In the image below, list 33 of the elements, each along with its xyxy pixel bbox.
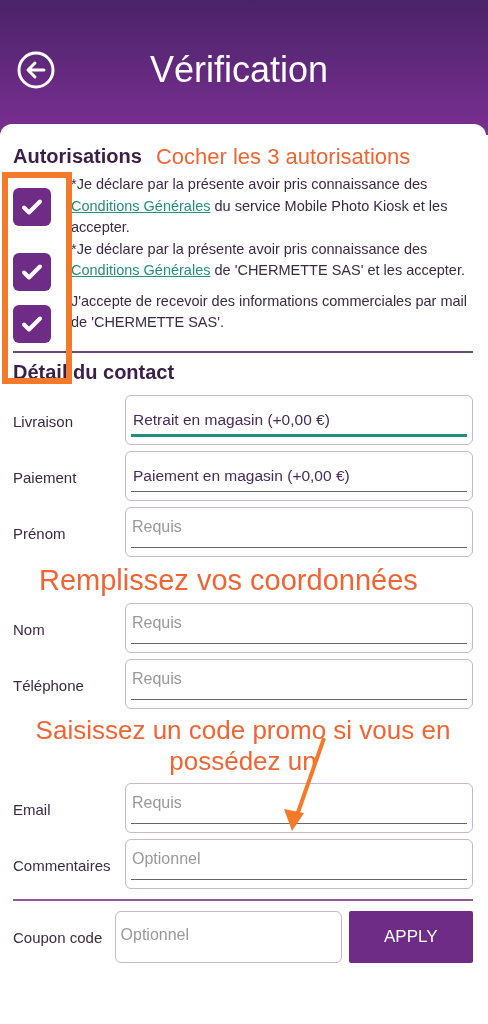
input-field[interactable]: Requis: [125, 602, 473, 653]
checkbox[interactable]: [13, 252, 51, 291]
input-field[interactable]: Optionnel: [125, 838, 473, 889]
annotation-text: Remplissez vos coordonnées: [39, 562, 418, 597]
consent-text: J'accepte de recevoir des informations commerciales par mail de 'CHERMETTE SAS'.: [71, 291, 469, 332]
annotation-text: Cocher les 3 autorisations: [155, 142, 411, 171]
back-icon[interactable]: [16, 50, 56, 90]
input-field[interactable]: Requis: [125, 782, 473, 833]
field-label: Paiement: [13, 467, 78, 488]
field-label: Téléphone: [13, 675, 85, 696]
dropdown-field[interactable]: Retrait en magasin (+0,00 €): [125, 394, 473, 445]
consent-text: *Je déclare par la présente avoir pris connaissance des Conditions Générales du service Mobile Photo Kiosk et les accepter.: [71, 175, 449, 237]
checkbox[interactable]: [13, 304, 51, 343]
consent-text: *Je déclare par la présente avoir pris connaissance des Conditions Générales de 'CHERMETTE SAS' et les accepter.: [71, 239, 466, 280]
checkmark-icon: [22, 199, 42, 215]
terms-link[interactable]: Conditions Générales: [71, 197, 211, 214]
input-field[interactable]: Requis: [125, 506, 473, 557]
checkbox[interactable]: [13, 188, 51, 226]
dropdown-field[interactable]: Paiement en magasin (+0,00 €): [125, 450, 473, 501]
field-label: Nom: [13, 619, 46, 640]
checkmark-icon: [22, 315, 42, 332]
coupon-field[interactable]: Optionnel: [114, 910, 342, 963]
field-label: Coupon code: [13, 927, 104, 948]
field-label: Commentaires: [13, 855, 112, 876]
field-label: Livraison: [13, 411, 75, 432]
section-heading: Autorisations: [13, 144, 142, 169]
screen-title: Vérification: [150, 48, 329, 92]
input-field[interactable]: Requis: [125, 658, 473, 709]
terms-link[interactable]: Conditions Générales: [71, 262, 211, 278]
field-label: Prénom: [13, 523, 67, 544]
apply-button[interactable]: APPLY: [348, 910, 473, 963]
checkmark-icon: [22, 263, 42, 280]
field-label: Email: [13, 799, 52, 820]
